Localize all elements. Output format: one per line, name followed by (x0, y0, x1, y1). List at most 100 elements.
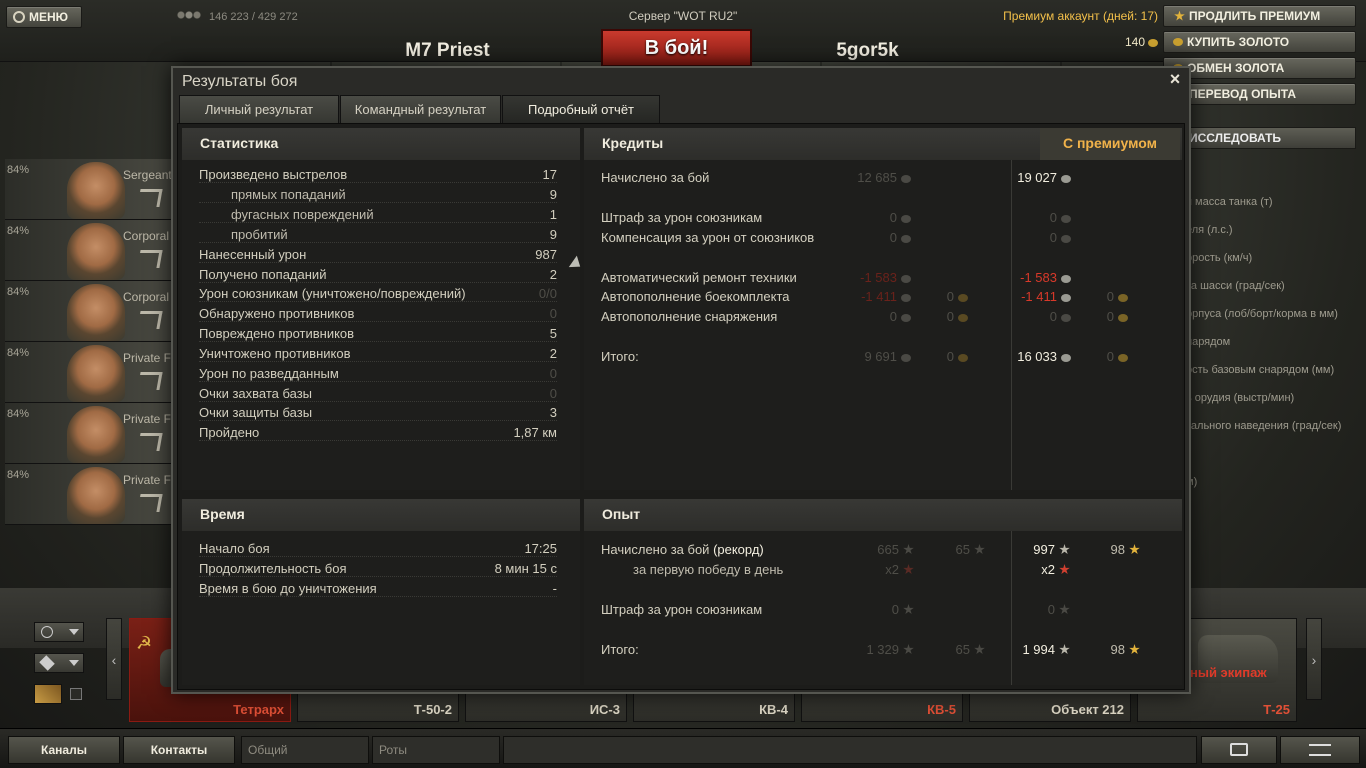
chat-channel-general[interactable]: Общий (241, 736, 369, 764)
experience-header: Опыт (584, 499, 1182, 531)
player-name: 5gor5k (836, 40, 899, 61)
crew-member[interactable]: 84% Private F (5, 403, 177, 464)
xp-base-free-number: 65 (955, 542, 970, 557)
contacts-button[interactable]: Контакты (123, 736, 235, 764)
crew-skill-percent: 84% (7, 408, 30, 420)
time-label: Начало боя (199, 541, 270, 556)
spec-label: та шасси (град/сек) (1186, 280, 1285, 292)
credit-base-value: 9 691 (864, 349, 911, 364)
free-xp-star-icon (1129, 644, 1140, 655)
xp-total-prem: 1 994 (1022, 642, 1070, 657)
filter-toggle-button[interactable] (34, 684, 62, 704)
crew-member[interactable]: 84% Private F (5, 464, 177, 525)
exchange-gold-label: ОБМЕН ЗОЛОТА (1187, 61, 1285, 75)
chat-button[interactable] (1201, 736, 1277, 764)
channels-button[interactable]: Каналы (8, 736, 120, 764)
xp-multiplier: x2 (885, 562, 899, 577)
buy-gold-button[interactable]: КУПИТЬ ЗОЛОТО (1163, 31, 1356, 53)
nation-filter[interactable] (34, 622, 84, 642)
stat-label: Пройдено (199, 425, 260, 440)
xp-star-icon (903, 644, 914, 655)
transfer-xp-button[interactable]: ПЕРЕВОД ОПЫТА (1163, 83, 1356, 105)
tab-detailed-report[interactable]: Подробный отчёт (502, 95, 660, 123)
tab-team-result[interactable]: Командный результат (340, 95, 501, 123)
silver-coin-icon (1061, 353, 1071, 362)
crew-rank: Private F (123, 473, 172, 487)
exchange-gold-button[interactable]: ОБМЕН ЗОЛОТА (1163, 57, 1356, 79)
tank-slot-name: ИС-3 (589, 702, 620, 717)
credit-label: Автопополнение снаряжения (601, 309, 778, 324)
silver-coin-icon (1061, 293, 1071, 302)
notifications-button[interactable] (1280, 736, 1360, 764)
time-value: 8 мин 15 с (494, 561, 557, 576)
silver-coin-icon (1061, 274, 1071, 283)
crew-rank: Private F (123, 351, 172, 365)
crew-member[interactable]: 84% Sergeant (5, 159, 177, 220)
xp-label: Начислено за бой (рекорд) (601, 542, 764, 557)
silver-coin-icon (1061, 234, 1071, 243)
menu-button[interactable]: МЕНЮ (6, 6, 82, 28)
rank-chevron-icon (137, 250, 163, 268)
stat-value: 2 (549, 267, 557, 282)
credit-base-number: 0 (889, 309, 897, 324)
gold-balance: 140 (1080, 35, 1158, 49)
crew-member[interactable]: 84% Private F (5, 342, 177, 403)
stat-label: Произведено выстрелов (199, 167, 348, 182)
credit-base-number: 0 (889, 210, 897, 225)
transfer-xp-label: ПЕРЕВОД ОПЫТА (1189, 87, 1297, 101)
silver-coin-icon (1061, 214, 1071, 223)
time-value: - (552, 581, 557, 596)
xp-total-base-free: 65 (956, 642, 985, 657)
credit-prem-value: -1 411 (1021, 289, 1071, 304)
xp-star-icon (903, 544, 914, 555)
crew-member[interactable]: 84% Corporal (5, 281, 177, 342)
credit-prem-number: 16 033 (1017, 349, 1057, 364)
xp-star-icon (1059, 644, 1070, 655)
filter-checkbox[interactable] (70, 688, 82, 700)
type-filter[interactable] (34, 653, 84, 673)
stat-row: Очки защиты базы 3 (199, 405, 557, 423)
gold-coin-icon (1118, 353, 1128, 362)
time-label: Продолжительность боя (199, 561, 347, 576)
credit-row: Компенсация за урон от союзников 0 0 (601, 230, 1161, 248)
stat-label: Получено попаданий (199, 267, 327, 282)
stat-label: Повреждено противников (199, 326, 355, 341)
buy-gold-label: КУПИТЬ ЗОЛОТО (1187, 35, 1290, 49)
credit-base-value: -1 583 (860, 270, 911, 285)
silver-coin-icon (901, 313, 911, 322)
crew-member[interactable]: 84% Corporal (5, 220, 177, 281)
credit-prem-gold-number: 0 (1106, 349, 1114, 364)
dialog-title: Результаты боя (182, 73, 298, 90)
carousel-left-arrow[interactable]: ‹ (106, 618, 122, 700)
gold-coin-icon (1118, 293, 1128, 302)
stat-value: 0/0 (538, 286, 557, 301)
to-battle-button[interactable]: В бой! (601, 29, 752, 67)
silver-coin-icon (1061, 313, 1071, 322)
game-client: МЕНЮ 146 223 / 429 272 Сервер "WOT RU2" … (0, 0, 1366, 768)
chat-input-area[interactable] (503, 736, 1197, 764)
xp-penalty-number: 0 (1047, 602, 1055, 617)
stat-value: 0 (549, 366, 557, 381)
credit-base-gold-number: 0 (946, 349, 954, 364)
credit-base-value: 0 (890, 309, 911, 324)
carousel-right-arrow[interactable]: › (1306, 618, 1322, 700)
credit-row: Штраф за урон союзникам 0 0 (601, 210, 1161, 228)
tab-personal-result[interactable]: Личный результат (179, 95, 339, 123)
stat-row: Получено попаданий 2 (199, 267, 557, 285)
server-name[interactable]: Сервер "WOT RU2" (560, 9, 806, 23)
silver-coin-icon (901, 234, 911, 243)
stat-value: 5 (549, 326, 557, 341)
credit-prem-number: -1 411 (1021, 289, 1057, 304)
spec-label: ость базовым снарядом (мм) (1186, 364, 1335, 376)
stat-row: Урон союзникам (уничтожено/повреждений) 0… (199, 286, 557, 304)
chat-channel-companies[interactable]: Роты (372, 736, 500, 764)
extend-premium-button[interactable]: ПРОДЛИТЬ ПРЕМИУМ (1163, 5, 1356, 27)
credit-base-gold-number: 0 (946, 309, 954, 324)
stat-row: прямых попаданий 9 (199, 187, 557, 205)
crew-portrait (67, 162, 125, 219)
stat-value: 2 (549, 346, 557, 361)
xp-base-free-value: 65 (956, 542, 985, 557)
experience-section: Опыт Начислено за бой (рекорд) 665 65 99… (584, 499, 1182, 685)
close-icon[interactable]: × (1167, 70, 1183, 88)
credit-prem-number: 0 (1049, 309, 1057, 324)
